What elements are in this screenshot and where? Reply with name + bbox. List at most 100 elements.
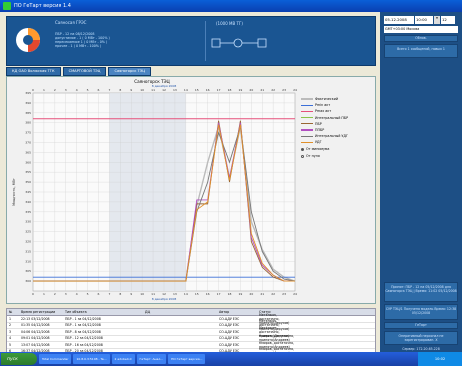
- x-tick-label: 3: [65, 292, 67, 296]
- table-cell: СО-ЦДУ ЕЭС: [219, 323, 240, 328]
- radio-dot[interactable]: [301, 154, 304, 158]
- legend-label: ППБР: [315, 127, 325, 132]
- x-tick-label-top: 4: [76, 88, 78, 92]
- table-cell: 09:01 04/12/2008: [21, 336, 50, 341]
- x-tick-label-top: 23: [282, 88, 286, 92]
- table-cell: 22:13 03/12/2008: [21, 316, 50, 321]
- legend-label: Pmax акт: [315, 109, 332, 114]
- x-tick-label: 20: [249, 292, 253, 296]
- x-tick-label: 21: [260, 292, 264, 296]
- y-tick-label: 300: [25, 279, 31, 283]
- col-author[interactable]: Автор: [219, 310, 259, 314]
- table-cell: СО-ЦДУ ЕЭС: [219, 342, 240, 347]
- table-cell: 04:06 04/12/2008: [21, 329, 50, 334]
- scale-radio[interactable]: От минимума: [301, 147, 375, 151]
- x-tick-label-top: 13: [173, 88, 177, 92]
- legend-label: Pmin акт: [315, 103, 331, 108]
- radio-label: От минимума: [306, 147, 330, 152]
- x-tick-label-top: 3: [65, 88, 67, 92]
- legend-swatch: [301, 110, 313, 112]
- table-cell: СО-ЦДУ ЕЭС: [219, 329, 240, 334]
- col-time[interactable]: Время регистрации: [21, 310, 65, 314]
- table-cell: ПБР - 1 за 04/12/2008: [65, 316, 101, 321]
- tab-sayanogorsk[interactable]: Саяногорск ТЭЦ: [108, 67, 152, 76]
- x-tick-label: 1: [43, 292, 45, 296]
- tab-smartovoy[interactable]: СМАРТОВОЙ ТЭЦ: [62, 67, 107, 76]
- taskbar-item[interactable]: 10.8.0.3:5108 - Te...: [73, 354, 110, 364]
- radio-dot[interactable]: [301, 147, 304, 151]
- col-num[interactable]: №: [7, 310, 21, 314]
- x-tick-label: 4: [76, 292, 78, 296]
- taskbar: пуск Total Commander 10.8.0.3:5108 - Te.…: [0, 352, 462, 366]
- main-window: Саяносая ГРЭС ПБР - 12 на 08/12/2008 доп…: [0, 12, 380, 364]
- table-cell: 5: [9, 342, 12, 347]
- x-tick-label-top: 8: [119, 88, 121, 92]
- x-tick-label: 10: [140, 292, 144, 296]
- taskbar-item[interactable]: ГеТарт: Анал...: [136, 354, 167, 364]
- scheme-title: (1000 МВ ТГ): [216, 21, 243, 26]
- status-box-accepted: Принят: ПБР - 12 на 05/12/2008 для Саяно…: [384, 282, 458, 302]
- x-tick-label-top: 21: [260, 88, 264, 92]
- scale-radio[interactable]: От нуля: [301, 154, 375, 158]
- right-panel: 05.12.2008 10:00 ▾ 12 GMT+03:00 Москва О…: [380, 12, 462, 353]
- power-chart[interactable]: 0011223344556677889910101111121213131414…: [7, 77, 299, 303]
- x-tick-label-top: 6: [98, 88, 100, 92]
- col-type[interactable]: Тип объекта: [65, 310, 145, 314]
- legend-item: Интегральный ПБР: [301, 116, 375, 120]
- y-tick-label: 350: [25, 180, 31, 184]
- x-tick-label: 5: [87, 292, 89, 296]
- taskbar-item[interactable]: 2 adobe4.0: [111, 354, 135, 364]
- legend-item: УДГ: [301, 140, 375, 144]
- chart-legend: Фактический Pmin акт Pmax акт Интегральный …: [301, 97, 375, 158]
- table-cell: 1: [9, 316, 12, 321]
- y-tick-label: 390: [25, 101, 31, 105]
- station-tabs: КД ОАО Волжская ТГК СМАРТОВОЙ ТЭЦ Саяног…: [6, 67, 376, 76]
- table-cell: 2: [9, 323, 12, 328]
- app-icon: [3, 2, 11, 10]
- x-tick-label: 6: [98, 292, 100, 296]
- x-tick-label: 11: [151, 292, 155, 296]
- date-field[interactable]: 05.12.2008: [384, 16, 414, 24]
- start-button[interactable]: пуск: [1, 353, 37, 365]
- table-header: № Время регистрации Тип объекта ДЦ Автор…: [7, 309, 375, 316]
- x-tick-label-top: 15: [195, 88, 199, 92]
- x-tick-label-top: 0: [32, 88, 34, 92]
- radio-label: От нуля: [306, 154, 320, 159]
- update-button[interactable]: Обнов.: [384, 35, 458, 42]
- table-cell: ПБР - 1 за 04/12/2008: [65, 323, 101, 328]
- tab-volzhskaya[interactable]: КД ОАО Волжская ТГК: [6, 67, 61, 76]
- legend-swatch: [301, 135, 313, 137]
- timezone-select[interactable]: GMT+03:00 Москва: [384, 26, 458, 33]
- info-line: прочее - 1 ( 0 МВт - 100% ): [55, 44, 102, 48]
- table-cell: ПБР - 12 за 04/12/2008: [65, 336, 103, 341]
- window-titlebar[interactable]: ПО ГеТарт версия 1.4: [0, 0, 462, 12]
- x-tick-label-top: 10: [140, 88, 144, 92]
- x-tick-label: 24: [293, 292, 297, 296]
- x-tick-label-top: 14: [184, 88, 188, 92]
- window-title: ПО ГеТарт версия 1.4: [14, 3, 71, 9]
- time-field[interactable]: 10:00: [415, 16, 433, 24]
- y-tick-label: 395: [25, 91, 31, 95]
- x-tick-label-top: 19: [239, 88, 243, 92]
- taskbar-item[interactable]: ПО ГеТарт версия...: [168, 354, 206, 364]
- legend-label: Фактический: [315, 97, 338, 101]
- messages-box[interactable]: Всего 1 сообщений, новых 1: [384, 44, 458, 58]
- table-cell: ПБР - 16 за 04/12/2008: [65, 342, 103, 347]
- x-tick-label: 18: [228, 292, 232, 296]
- y-tick-label: 325: [25, 230, 31, 234]
- x-tick-label: 14: [184, 292, 188, 296]
- y-tick-label: 375: [25, 131, 31, 135]
- x-tick-label: 7: [108, 292, 110, 296]
- taskbar-item[interactable]: Total Commander: [39, 354, 72, 364]
- legend-label: Интегральный ПБР: [315, 115, 349, 120]
- chevron-down-icon[interactable]: ▾: [434, 16, 440, 24]
- status-box-operator[interactable]: Оперативный персонал не зарегистрирован.…: [384, 331, 458, 345]
- x-tick-label-top: 7: [108, 88, 110, 92]
- scheme-panel: (1000 МВ ТГ): [205, 21, 275, 61]
- x-tick-label-top: 1: [43, 88, 45, 92]
- legend-label: УДГ: [315, 140, 322, 145]
- col-dc[interactable]: ДЦ: [145, 310, 219, 314]
- y-tick-label: 305: [25, 269, 31, 273]
- x-tick-label-top: 2: [54, 88, 56, 92]
- hour-field[interactable]: 12: [441, 16, 455, 24]
